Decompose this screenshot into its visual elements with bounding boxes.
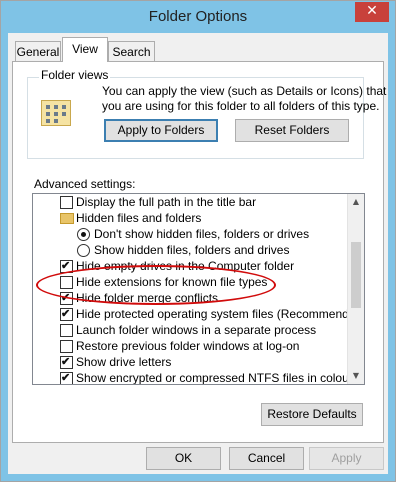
checkbox[interactable] <box>60 340 73 353</box>
list-item-label: Show encrypted or compressed NTFS files … <box>76 371 353 385</box>
list-item-label: Show hidden files, folders and drives <box>94 243 290 257</box>
folder-options-window: Folder Options ✕ General View Search Fol… <box>0 0 396 482</box>
checkbox[interactable] <box>60 306 73 322</box>
highlight-ellipse <box>36 265 276 305</box>
list-item[interactable]: Restore previous folder windows at log-o… <box>33 338 355 354</box>
list-item[interactable]: Show hidden files, folders and drives <box>33 242 355 258</box>
scroll-up-arrow-icon[interactable]: ▲ <box>348 194 364 210</box>
list-item[interactable]: Hide protected operating system files (R… <box>33 306 364 322</box>
list-item: Hidden files and folders <box>33 210 355 226</box>
radio-button[interactable] <box>77 244 90 257</box>
checkbox[interactable] <box>60 370 73 384</box>
list-item[interactable]: Show drive letters <box>33 354 355 370</box>
cancel-button[interactable]: Cancel <box>229 447 304 470</box>
vertical-scrollbar[interactable]: ▲ ▼ <box>347 194 364 384</box>
tab-view[interactable]: View <box>62 37 108 62</box>
folder-views-description-2: you are using for this folder to all fol… <box>102 99 380 113</box>
ok-button[interactable]: OK <box>146 447 221 470</box>
tab-general[interactable]: General <box>15 41 61 62</box>
close-button[interactable]: ✕ <box>355 2 389 22</box>
list-item-label: Don't show hidden files, folders or driv… <box>94 227 310 241</box>
checkbox[interactable] <box>60 196 73 209</box>
apply-button[interactable]: Apply <box>309 447 384 470</box>
close-icon: ✕ <box>366 3 378 19</box>
list-item[interactable]: Launch folder windows in a separate proc… <box>33 322 355 338</box>
list-item[interactable]: Display the full path in the title bar <box>33 194 355 210</box>
list-item-label: Launch folder windows in a separate proc… <box>76 323 317 337</box>
folder-views-description-1: You can apply the view (such as Details … <box>102 84 387 98</box>
apply-to-folders-button[interactable]: Apply to Folders <box>104 119 218 142</box>
reset-folders-button[interactable]: Reset Folders <box>235 119 349 142</box>
folder-icon <box>60 213 74 224</box>
checkbox[interactable] <box>60 324 73 337</box>
radio-button[interactable] <box>77 228 90 241</box>
restore-defaults-button[interactable]: Restore Defaults <box>261 403 363 426</box>
list-item-label: Hide protected operating system files (R… <box>76 307 365 321</box>
folder-views-icon <box>41 100 71 126</box>
list-item[interactable]: Don't show hidden files, folders or driv… <box>33 226 355 242</box>
list-item-label: Display the full path in the title bar <box>76 195 257 209</box>
scroll-down-arrow-icon[interactable]: ▼ <box>348 368 364 384</box>
checkbox[interactable] <box>60 354 73 370</box>
tab-search[interactable]: Search <box>108 41 155 62</box>
advanced-settings-label: Advanced settings: <box>34 177 136 191</box>
title-bar[interactable]: Folder Options ✕ <box>1 1 395 33</box>
list-item-label: Hidden files and folders <box>76 211 202 225</box>
scrollbar-thumb[interactable] <box>351 242 361 308</box>
list-item-label: Show drive letters <box>76 355 172 369</box>
list-item[interactable]: Show encrypted or compressed NTFS files … <box>33 370 355 385</box>
list-item-label: Restore previous folder windows at log-o… <box>76 339 300 353</box>
window-title: Folder Options <box>148 8 248 25</box>
folder-views-legend: Folder views <box>39 68 111 82</box>
